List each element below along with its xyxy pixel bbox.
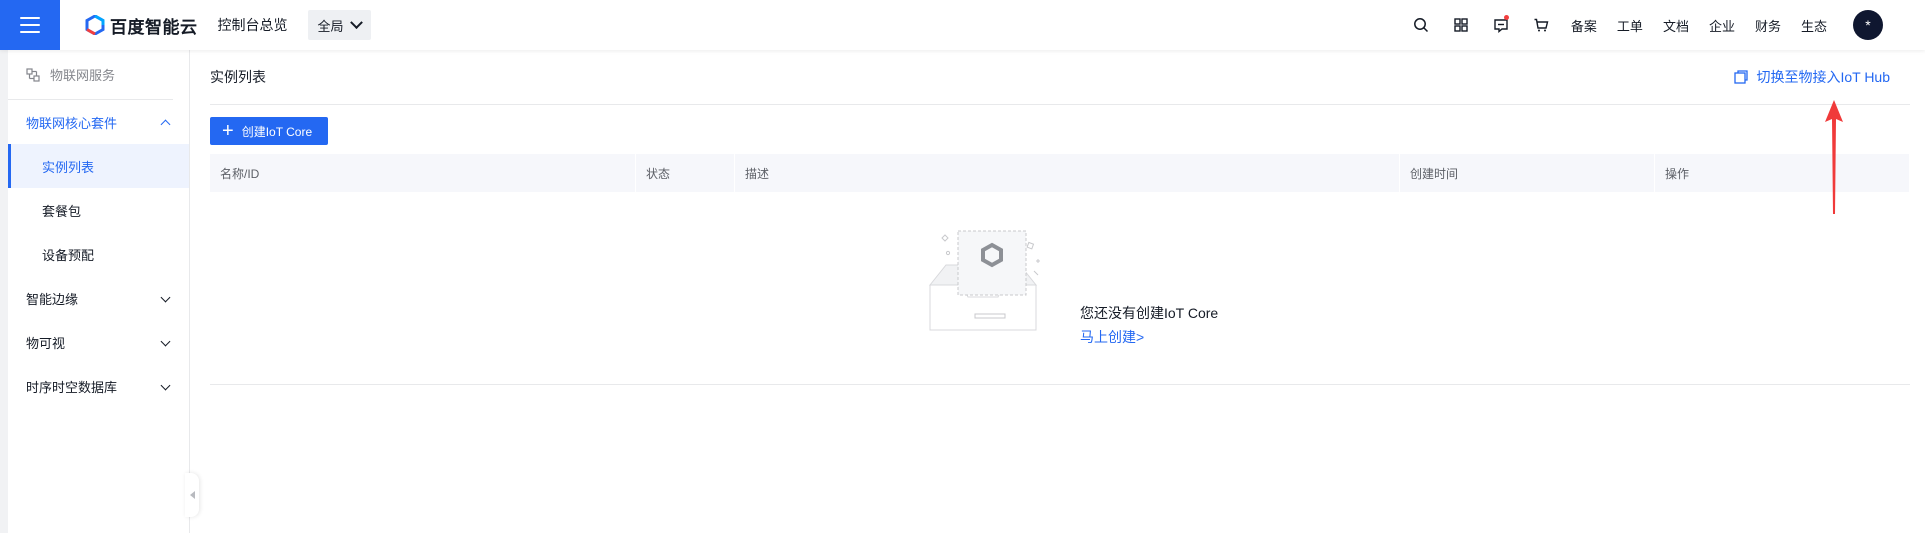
sidebar-group-tsdb[interactable]: 时序时空数据库 xyxy=(8,364,189,408)
brand-name: 百度智能云 xyxy=(110,17,198,37)
main-content: 实例列表 切换至物接入IoT Hub + 创建IoT Core 名称/ID 状态… xyxy=(210,50,1910,533)
chevron-down-icon xyxy=(160,380,171,391)
sidebar-group-label: 物联网核心套件 xyxy=(26,115,118,131)
sidebar-header[interactable]: 物联网服务 xyxy=(8,50,173,100)
top-bar: 百度智能云 控制台总览 全局 备案 工单 文档 企业 财务 生态 * xyxy=(0,0,1925,50)
empty-message: 您还没有创建IoT Core xyxy=(1080,305,1219,321)
sidebar-group-edge[interactable]: 智能边缘 xyxy=(8,276,189,320)
create-now-link[interactable]: 马上创建> xyxy=(1080,327,1144,347)
chevron-down-icon xyxy=(349,15,363,29)
column-header-name: 名称/ID xyxy=(210,154,636,192)
sidebar-group-label: 时序时空数据库 xyxy=(26,379,118,395)
sidebar-group-iot-core[interactable]: 物联网核心套件 xyxy=(8,100,189,144)
sidebar-item-package[interactable]: 套餐包 xyxy=(8,188,189,232)
iot-service-icon xyxy=(26,67,40,82)
chevron-down-icon xyxy=(160,292,171,303)
sidebar-gutter xyxy=(0,50,8,533)
hamburger-icon xyxy=(20,17,40,33)
chevron-up-icon xyxy=(160,119,171,130)
top-right-nav: 备案 工单 文档 企业 财务 生态 * xyxy=(1401,0,1925,50)
sidebar-item-instance-list[interactable]: 实例列表 xyxy=(8,144,189,188)
notification-dot xyxy=(1503,15,1509,20)
nav-finance[interactable]: 财务 xyxy=(1745,16,1791,35)
brand-logo[interactable]: 百度智能云 xyxy=(85,13,198,38)
sidebar-item-label: 套餐包 xyxy=(42,203,82,219)
search-icon[interactable] xyxy=(1401,0,1441,50)
page-header: 实例列表 切换至物接入IoT Hub xyxy=(210,50,1910,105)
nav-beian[interactable]: 备案 xyxy=(1561,16,1607,35)
sidebar-group-label: 物可视 xyxy=(26,335,66,351)
create-button-label: 创建IoT Core xyxy=(241,124,313,139)
nav-ticket[interactable]: 工单 xyxy=(1607,16,1653,35)
empty-state: 您还没有创建IoT Core 马上创建> xyxy=(210,207,1910,385)
plus-icon: + xyxy=(222,120,234,142)
menu-button[interactable] xyxy=(0,0,60,50)
sidebar-collapse-button[interactable] xyxy=(185,473,199,517)
caret-left-icon xyxy=(189,491,195,499)
table-header: 名称/ID 状态 描述 创建时间 操作 xyxy=(210,154,1910,192)
empty-box-illustration xyxy=(928,230,1040,331)
cart-icon[interactable] xyxy=(1521,0,1561,50)
page-title: 实例列表 xyxy=(210,69,266,85)
sidebar-item-device-provisioning[interactable]: 设备预配 xyxy=(8,232,189,276)
column-header-status: 状态 xyxy=(636,154,735,192)
column-header-actions: 操作 xyxy=(1655,154,1910,192)
region-value: 全局 xyxy=(317,18,344,34)
sidebar-group-label: 智能边缘 xyxy=(26,291,79,307)
column-header-created-time: 创建时间 xyxy=(1400,154,1655,192)
message-icon[interactable] xyxy=(1481,0,1521,50)
nav-ecosystem[interactable]: 生态 xyxy=(1791,16,1837,35)
sidebar-item-label: 实例列表 xyxy=(42,159,95,175)
sidebar: 物联网服务 物联网核心套件 实例列表 套餐包 设备预配 智能边缘 物可视 时序时… xyxy=(8,50,190,533)
switch-icon xyxy=(1734,70,1749,84)
annotation-arrow-icon xyxy=(1825,100,1843,214)
sidebar-header-label: 物联网服务 xyxy=(50,68,116,83)
sidebar-item-label: 设备预配 xyxy=(42,247,95,263)
switch-to-iot-hub-link[interactable]: 切换至物接入IoT Hub xyxy=(1734,67,1890,87)
nav-docs[interactable]: 文档 xyxy=(1653,16,1699,35)
chevron-down-icon xyxy=(160,336,171,347)
create-iot-core-button[interactable]: + 创建IoT Core xyxy=(210,117,328,145)
region-selector[interactable]: 全局 xyxy=(307,10,371,40)
brand-logo-icon xyxy=(85,15,105,35)
column-header-description: 描述 xyxy=(735,154,1400,192)
avatar[interactable]: * xyxy=(1853,10,1883,40)
switch-link-label: 切换至物接入IoT Hub xyxy=(1756,69,1890,85)
nav-enterprise[interactable]: 企业 xyxy=(1699,16,1745,35)
sidebar-group-visualization[interactable]: 物可视 xyxy=(8,320,189,364)
apps-icon[interactable] xyxy=(1441,0,1481,50)
console-overview-link[interactable]: 控制台总览 xyxy=(218,15,288,35)
